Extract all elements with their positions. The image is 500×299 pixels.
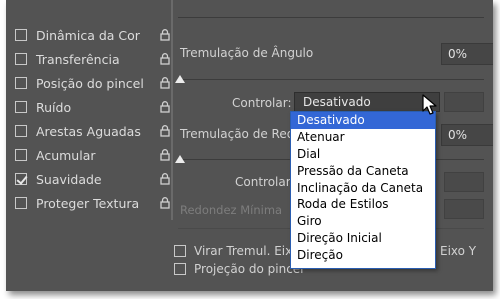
sidebar-item-label: Ruído bbox=[36, 99, 72, 115]
sidebar-item-wet-edges[interactable]: Arestas Aguadas bbox=[15, 120, 173, 142]
angle-jitter-value[interactable]: 0% bbox=[441, 43, 493, 65]
angle-control-label: Controlar: bbox=[232, 96, 292, 110]
sidebar-item-label: Proteger Textura bbox=[36, 195, 140, 211]
dropdown-option-dial[interactable]: Dial bbox=[291, 146, 435, 163]
angle-control-value: Desativado bbox=[303, 95, 371, 109]
minimum-roundness-field[interactable] bbox=[444, 199, 484, 219]
checkbox[interactable] bbox=[15, 101, 27, 113]
sidebar-item-label: Arestas Aguadas bbox=[36, 123, 141, 139]
angle-jitter-slider-thumb[interactable] bbox=[175, 75, 185, 83]
mouse-cursor-icon bbox=[422, 94, 437, 115]
sidebar-item-build-up[interactable]: Acumular bbox=[15, 144, 173, 166]
sidebar-item-color-dynamics[interactable]: Dinâmica da Cor bbox=[15, 24, 173, 46]
sidebar-item-label: Suavidade bbox=[36, 171, 102, 187]
dropdown-option-initial-direction[interactable]: Direção Inicial bbox=[291, 230, 435, 247]
lock-icon[interactable] bbox=[160, 173, 170, 185]
brush-projection-row[interactable]: Projeção do pincel bbox=[174, 262, 304, 276]
checkbox[interactable] bbox=[15, 125, 27, 137]
dropdown-option-direction[interactable]: Direção bbox=[291, 247, 435, 264]
top-divider bbox=[178, 17, 484, 18]
lock-icon[interactable] bbox=[160, 29, 170, 41]
control-dropdown-list[interactable]: Desativado Atenuar Dial Pressão da Canet… bbox=[290, 111, 436, 269]
sidebar-item-label: Posição do pincel bbox=[36, 75, 144, 91]
sidebar-item-protect-texture[interactable]: Proteger Textura bbox=[15, 192, 173, 214]
flip-x-jitter-row[interactable]: Virar Tremul. Eixo bbox=[174, 244, 299, 258]
minimum-roundness-label: Redondez Mínima bbox=[180, 203, 283, 217]
sidebar-item-label: Transferência bbox=[36, 51, 120, 67]
dropdown-option-stylus-wheel[interactable]: Roda de Estilos bbox=[291, 196, 435, 213]
flip-x-label: Virar Tremul. Eixo bbox=[194, 244, 300, 258]
angle-jitter-slider-track[interactable] bbox=[178, 79, 484, 80]
roundness-control-extra bbox=[444, 172, 484, 192]
dropdown-option-rotation[interactable]: Giro bbox=[291, 213, 435, 230]
sidebar-item-label: Dinâmica da Cor bbox=[36, 27, 140, 43]
flip-y-label-tail: Eixo Y bbox=[440, 244, 477, 258]
roundness-jitter-label: Tremulação de Redo bbox=[180, 127, 302, 141]
checkbox[interactable] bbox=[15, 149, 27, 161]
roundness-jitter-value[interactable]: 0% bbox=[441, 124, 493, 146]
sidebar-item-transfer[interactable]: Transferência bbox=[15, 48, 173, 70]
brush-projection-checkbox[interactable] bbox=[174, 263, 186, 275]
checkbox[interactable] bbox=[15, 197, 27, 209]
lock-icon[interactable] bbox=[160, 77, 170, 89]
lock-icon[interactable] bbox=[160, 53, 170, 65]
lock-icon[interactable] bbox=[160, 101, 170, 113]
sidebar-item-label: Acumular bbox=[36, 147, 96, 163]
dropdown-option-fade[interactable]: Atenuar bbox=[291, 129, 435, 146]
dropdown-option-pen-tilt[interactable]: Inclinação da Caneta bbox=[291, 180, 435, 197]
sidebar-item-brush-pose[interactable]: Posição do pincel bbox=[15, 72, 173, 94]
roundness-jitter-slider-thumb[interactable] bbox=[175, 155, 185, 163]
lock-icon[interactable] bbox=[160, 125, 170, 137]
angle-jitter-label: Tremulação de Ângulo bbox=[180, 46, 314, 60]
sidebar-item-smoothing[interactable]: Suavidade bbox=[15, 168, 173, 190]
checkbox[interactable] bbox=[15, 53, 27, 65]
angle-control-extra bbox=[444, 92, 484, 112]
sidebar-divider bbox=[171, 0, 173, 220]
flip-x-checkbox[interactable] bbox=[174, 245, 186, 257]
lock-icon[interactable] bbox=[160, 149, 170, 161]
angle-control-select[interactable]: Desativado bbox=[294, 92, 440, 112]
brush-projection-label: Projeção do pincel bbox=[194, 262, 304, 276]
roundness-control-label: Controlar: bbox=[235, 175, 295, 189]
sidebar-item-noise[interactable]: Ruído bbox=[15, 96, 173, 118]
checkbox[interactable] bbox=[15, 29, 27, 41]
dropdown-option-off[interactable]: Desativado bbox=[291, 112, 435, 129]
dropdown-option-pen-pressure[interactable]: Pressão da Caneta bbox=[291, 163, 435, 180]
checkbox[interactable] bbox=[15, 77, 27, 89]
checkbox[interactable] bbox=[15, 173, 27, 185]
lock-icon[interactable] bbox=[160, 197, 170, 209]
